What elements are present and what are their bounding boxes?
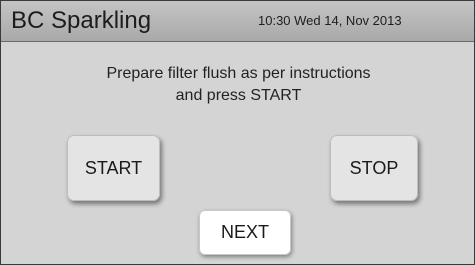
touch-screen: BC Sparkling 10:30 Wed 14, Nov 2013 Prep…: [0, 0, 475, 265]
datetime-display: 10:30 Wed 14, Nov 2013: [258, 13, 402, 28]
instruction-text-line-1: Prepare filter flush as per instructions: [106, 65, 371, 82]
title-bar: BC Sparkling 10:30 Wed 14, Nov 2013: [1, 1, 474, 42]
app-title: BC Sparkling: [11, 7, 152, 34]
instruction-text-line-2: and press START: [175, 87, 302, 104]
start-button[interactable]: START: [67, 135, 160, 201]
stop-button[interactable]: STOP: [330, 135, 418, 201]
next-button-label: NEXT: [220, 222, 269, 242]
start-button-label: START: [84, 157, 143, 178]
next-button[interactable]: NEXT: [199, 210, 291, 255]
stop-button-label: STOP: [349, 157, 399, 178]
